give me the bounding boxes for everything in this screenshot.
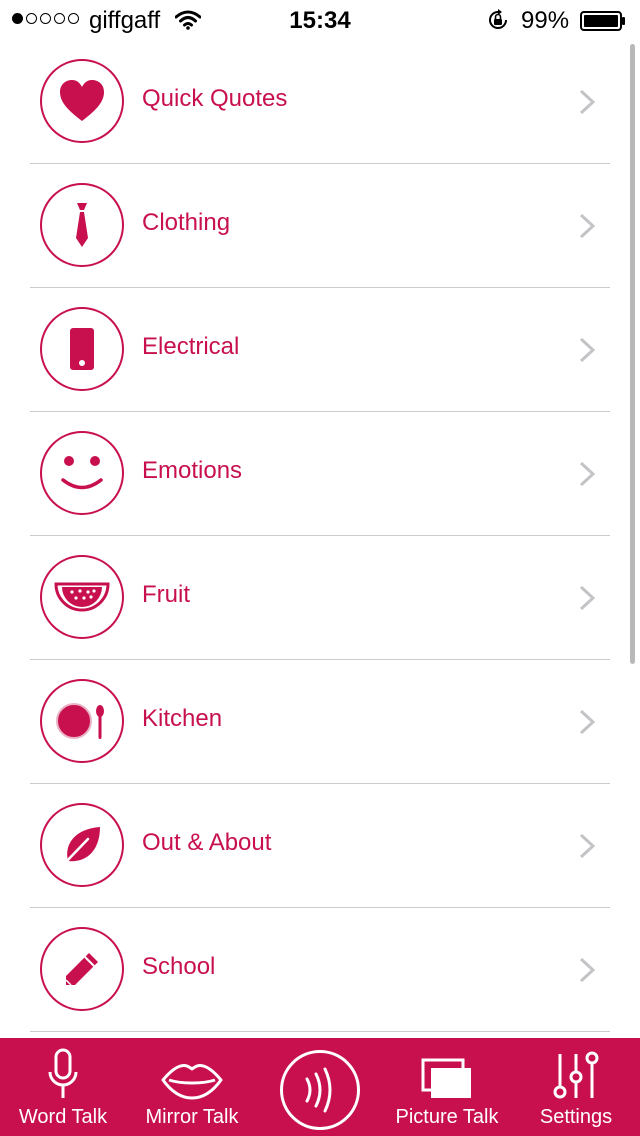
list-item-clothing[interactable]: Clothing xyxy=(0,164,640,288)
pencil-icon xyxy=(40,927,124,1011)
list-item-label: Emotions xyxy=(142,457,243,484)
tab-word-talk[interactable]: Word Talk xyxy=(8,1038,118,1136)
battery-icon xyxy=(580,10,626,31)
speak-waves-icon xyxy=(305,1067,332,1113)
tab-label: Word Talk xyxy=(18,1106,108,1128)
tab-bar: Word Talk Mirror Talk Picture Talk Setti… xyxy=(0,1038,640,1136)
leaf-icon xyxy=(40,803,124,887)
chevron-right-icon xyxy=(578,957,596,988)
tab-label: Mirror Talk xyxy=(145,1106,239,1128)
watermelon-icon xyxy=(40,555,124,639)
chevron-right-icon xyxy=(578,89,596,120)
smiley-icon xyxy=(40,431,124,515)
status-bar: giffgaff 15:34 99% xyxy=(0,0,640,40)
list-item-label: School xyxy=(142,953,216,980)
speak-button[interactable] xyxy=(280,1050,360,1130)
tab-settings[interactable]: Settings xyxy=(530,1038,622,1136)
list-item-fruit[interactable]: Fruit xyxy=(0,536,640,660)
list-item-school[interactable]: School xyxy=(0,908,640,1032)
tab-label: Settings xyxy=(539,1106,613,1128)
list-item-kitchen[interactable]: Kitchen xyxy=(0,660,640,784)
list-item-label: Clothing xyxy=(142,209,231,236)
plate-spoon-icon xyxy=(40,679,124,763)
chevron-right-icon xyxy=(578,337,596,368)
tie-icon xyxy=(40,183,124,267)
chevron-right-icon xyxy=(578,461,596,492)
list-item-label: Out & About xyxy=(142,829,272,856)
scroll-indicator[interactable] xyxy=(630,44,635,664)
tab-picture-talk[interactable]: Picture Talk xyxy=(388,1038,506,1136)
divider xyxy=(30,1031,610,1032)
list-item-quick-quotes[interactable]: Quick Quotes xyxy=(0,40,640,164)
list-item-label: Quick Quotes xyxy=(142,85,288,112)
chevron-right-icon xyxy=(578,213,596,244)
sliders-icon xyxy=(552,1038,600,1100)
list-item-electrical[interactable]: Electrical xyxy=(0,288,640,412)
battery-percentage: 99% xyxy=(521,7,570,34)
tab-mirror-talk[interactable]: Mirror Talk xyxy=(136,1038,248,1136)
heart-icon xyxy=(40,59,124,143)
list-item-label: Kitchen xyxy=(142,705,223,732)
category-list: Quick Quotes Clothing Electrical Emotion… xyxy=(0,40,640,1032)
chevron-right-icon xyxy=(578,709,596,740)
microphone-icon xyxy=(48,1038,78,1100)
list-item-emotions[interactable]: Emotions xyxy=(0,412,640,536)
tab-label: Picture Talk xyxy=(395,1106,499,1128)
list-item-label: Fruit xyxy=(142,581,190,608)
lips-icon xyxy=(161,1038,223,1100)
chevron-right-icon xyxy=(578,585,596,616)
phone-icon xyxy=(40,307,124,391)
list-item-out-and-about[interactable]: Out & About xyxy=(0,784,640,908)
pictures-icon xyxy=(421,1038,473,1100)
list-item-label: Electrical xyxy=(142,333,240,360)
rotation-lock-icon xyxy=(486,8,510,39)
chevron-right-icon xyxy=(578,833,596,864)
